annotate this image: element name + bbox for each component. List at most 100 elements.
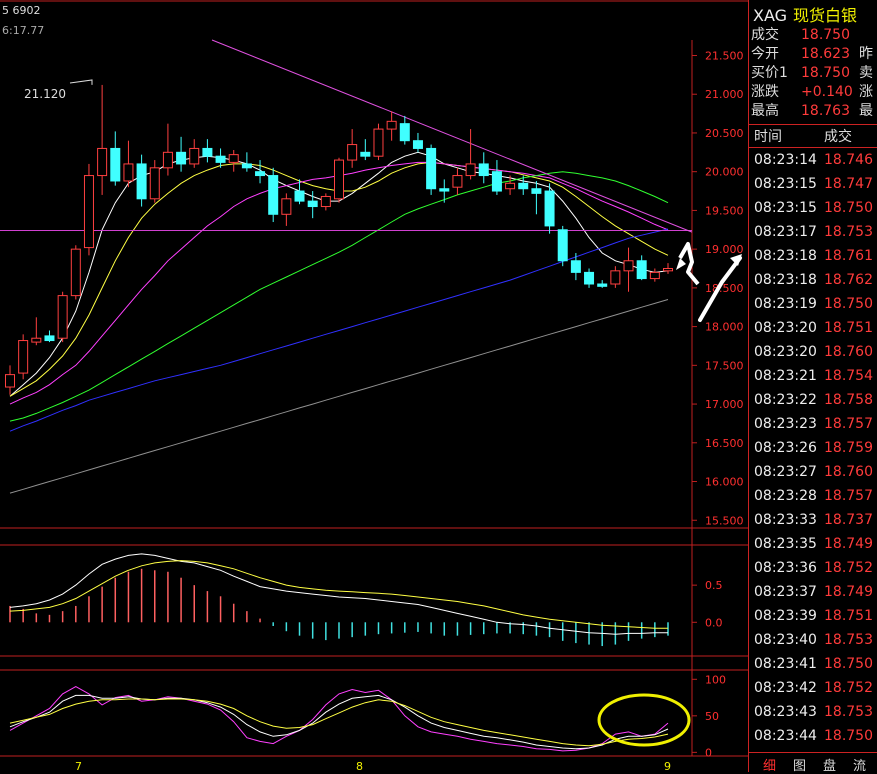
arrowhead-left bbox=[676, 258, 686, 270]
tick-row: 08:23:19 18.750 bbox=[749, 296, 877, 320]
tick-time: 08:23:35 bbox=[754, 536, 817, 552]
candle-body bbox=[597, 283, 608, 287]
header-left-value: 5 6902 bbox=[2, 4, 41, 17]
tick-price: 18.753 bbox=[824, 632, 873, 648]
tick-row: 08:23:44 18.750 bbox=[749, 728, 877, 752]
kdj-line-2 bbox=[9, 698, 669, 747]
tick-price: 18.746 bbox=[824, 152, 873, 168]
candle-body bbox=[136, 163, 147, 200]
candle bbox=[360, 139, 371, 161]
quote-row-value: 18.750 bbox=[801, 65, 850, 81]
tick-row: 08:23:15 18.750 bbox=[749, 200, 877, 224]
tab-chart[interactable]: 图 bbox=[793, 755, 806, 774]
tick-row: 08:23:42 18.752 bbox=[749, 680, 877, 704]
candle bbox=[570, 253, 581, 281]
candle-body bbox=[215, 155, 226, 163]
tick-time: 08:23:41 bbox=[754, 656, 817, 672]
quote-row-extra: 最 bbox=[859, 103, 873, 119]
tick-price: 18.752 bbox=[824, 560, 873, 576]
quote-row-label: 涨跌 bbox=[751, 84, 779, 100]
y-tick-label: 21.500 bbox=[705, 49, 744, 62]
candle bbox=[399, 115, 410, 145]
candle-body bbox=[294, 190, 305, 202]
tick-price: 18.762 bbox=[824, 272, 873, 288]
tab-detail[interactable]: 细 bbox=[763, 755, 776, 774]
y-tick-label: 21.000 bbox=[705, 88, 744, 101]
tick-row: 08:23:33 18.737 bbox=[749, 512, 877, 536]
tick-price: 18.750 bbox=[824, 728, 873, 744]
quote-row-value: 18.763 bbox=[801, 103, 850, 119]
tick-price: 18.758 bbox=[824, 392, 873, 408]
candle-body bbox=[228, 154, 239, 163]
candle bbox=[347, 129, 358, 168]
candle bbox=[228, 149, 239, 172]
tick-time: 08:23:17 bbox=[754, 224, 817, 240]
candle-body bbox=[57, 295, 68, 339]
candle-body bbox=[281, 198, 292, 215]
candle bbox=[83, 163, 94, 256]
candle-body bbox=[373, 128, 384, 157]
candle-body bbox=[255, 171, 266, 177]
candle-body bbox=[636, 260, 647, 280]
tick-time: 08:23:21 bbox=[754, 368, 817, 384]
tick-table-header: 时间 成交 bbox=[749, 124, 877, 148]
quote-row-label: 买价1 bbox=[751, 65, 788, 81]
kdj-tick-label: 0 bbox=[705, 746, 712, 759]
x-tick-label: 7 bbox=[75, 760, 82, 772]
candle-body bbox=[347, 144, 358, 161]
tick-time: 08:23:42 bbox=[754, 680, 817, 696]
tick-price: 18.737 bbox=[824, 512, 873, 528]
tick-price: 18.747 bbox=[824, 176, 873, 192]
candle bbox=[557, 225, 568, 267]
quote-row: 今开 18.623 昨 bbox=[751, 43, 873, 62]
candle bbox=[623, 247, 634, 292]
candle bbox=[241, 152, 252, 172]
candle bbox=[334, 157, 344, 203]
candle bbox=[18, 334, 29, 380]
tick-time: 08:23:40 bbox=[754, 632, 817, 648]
quote-panel: XAG 现货白银 成交 18.750 今开 18.623 昨买价1 18.750 卖涨跌 +0.… bbox=[748, 0, 877, 774]
peak-leader-line bbox=[69, 79, 93, 85]
candle-body bbox=[189, 147, 200, 165]
tick-row: 08:23:37 18.749 bbox=[749, 584, 877, 608]
candle-body bbox=[426, 147, 437, 190]
candle-body bbox=[412, 140, 423, 149]
quote-row: 成交 18.750 bbox=[751, 24, 859, 43]
y-tick-label: 19.500 bbox=[705, 204, 744, 217]
candle bbox=[439, 179, 450, 203]
candle-body bbox=[44, 335, 55, 342]
quote-row-value: +0.140 bbox=[801, 84, 853, 100]
candle-body bbox=[176, 151, 187, 165]
tick-time: 08:23:33 bbox=[754, 512, 817, 528]
tab-flow[interactable]: 流 bbox=[853, 755, 866, 774]
tick-row: 08:23:18 18.761 bbox=[749, 248, 877, 272]
header-time-value: 6:17.77 bbox=[2, 24, 44, 37]
candle bbox=[31, 317, 42, 346]
candle-body bbox=[439, 188, 450, 192]
tick-price: 18.759 bbox=[824, 440, 873, 456]
y-tick-label: 17.000 bbox=[705, 398, 744, 411]
candle bbox=[584, 268, 595, 288]
candle-body bbox=[518, 182, 529, 190]
panel-tabs: 细 图 盘 流 bbox=[749, 752, 877, 774]
candle-body bbox=[334, 159, 344, 200]
tick-price: 18.750 bbox=[824, 656, 873, 672]
candle-body bbox=[162, 151, 173, 169]
candle-body bbox=[307, 200, 318, 208]
candle bbox=[320, 193, 331, 211]
candle bbox=[255, 160, 266, 184]
kdj-line-0 bbox=[9, 686, 669, 752]
tick-row: 08:23:23 18.757 bbox=[749, 416, 877, 440]
tick-row: 08:23:26 18.759 bbox=[749, 440, 877, 464]
tab-market[interactable]: 盘 bbox=[823, 755, 836, 774]
candle bbox=[531, 180, 542, 215]
kdj-line-1 bbox=[9, 694, 669, 750]
kline-chart-area[interactable]: 21.500 21.000 20.500 20.000 19.500 19.000 18.5… bbox=[0, 0, 748, 772]
tick-row: 08:23:22 18.758 bbox=[749, 392, 877, 416]
time-column-header: 时间 bbox=[754, 129, 782, 145]
highlight-ellipse bbox=[597, 693, 691, 747]
quote-row: 买价1 18.750 卖 bbox=[751, 62, 873, 81]
quote-row-label: 今开 bbox=[751, 46, 779, 62]
candle bbox=[176, 136, 187, 172]
y-tick-label: 20.500 bbox=[705, 127, 744, 140]
